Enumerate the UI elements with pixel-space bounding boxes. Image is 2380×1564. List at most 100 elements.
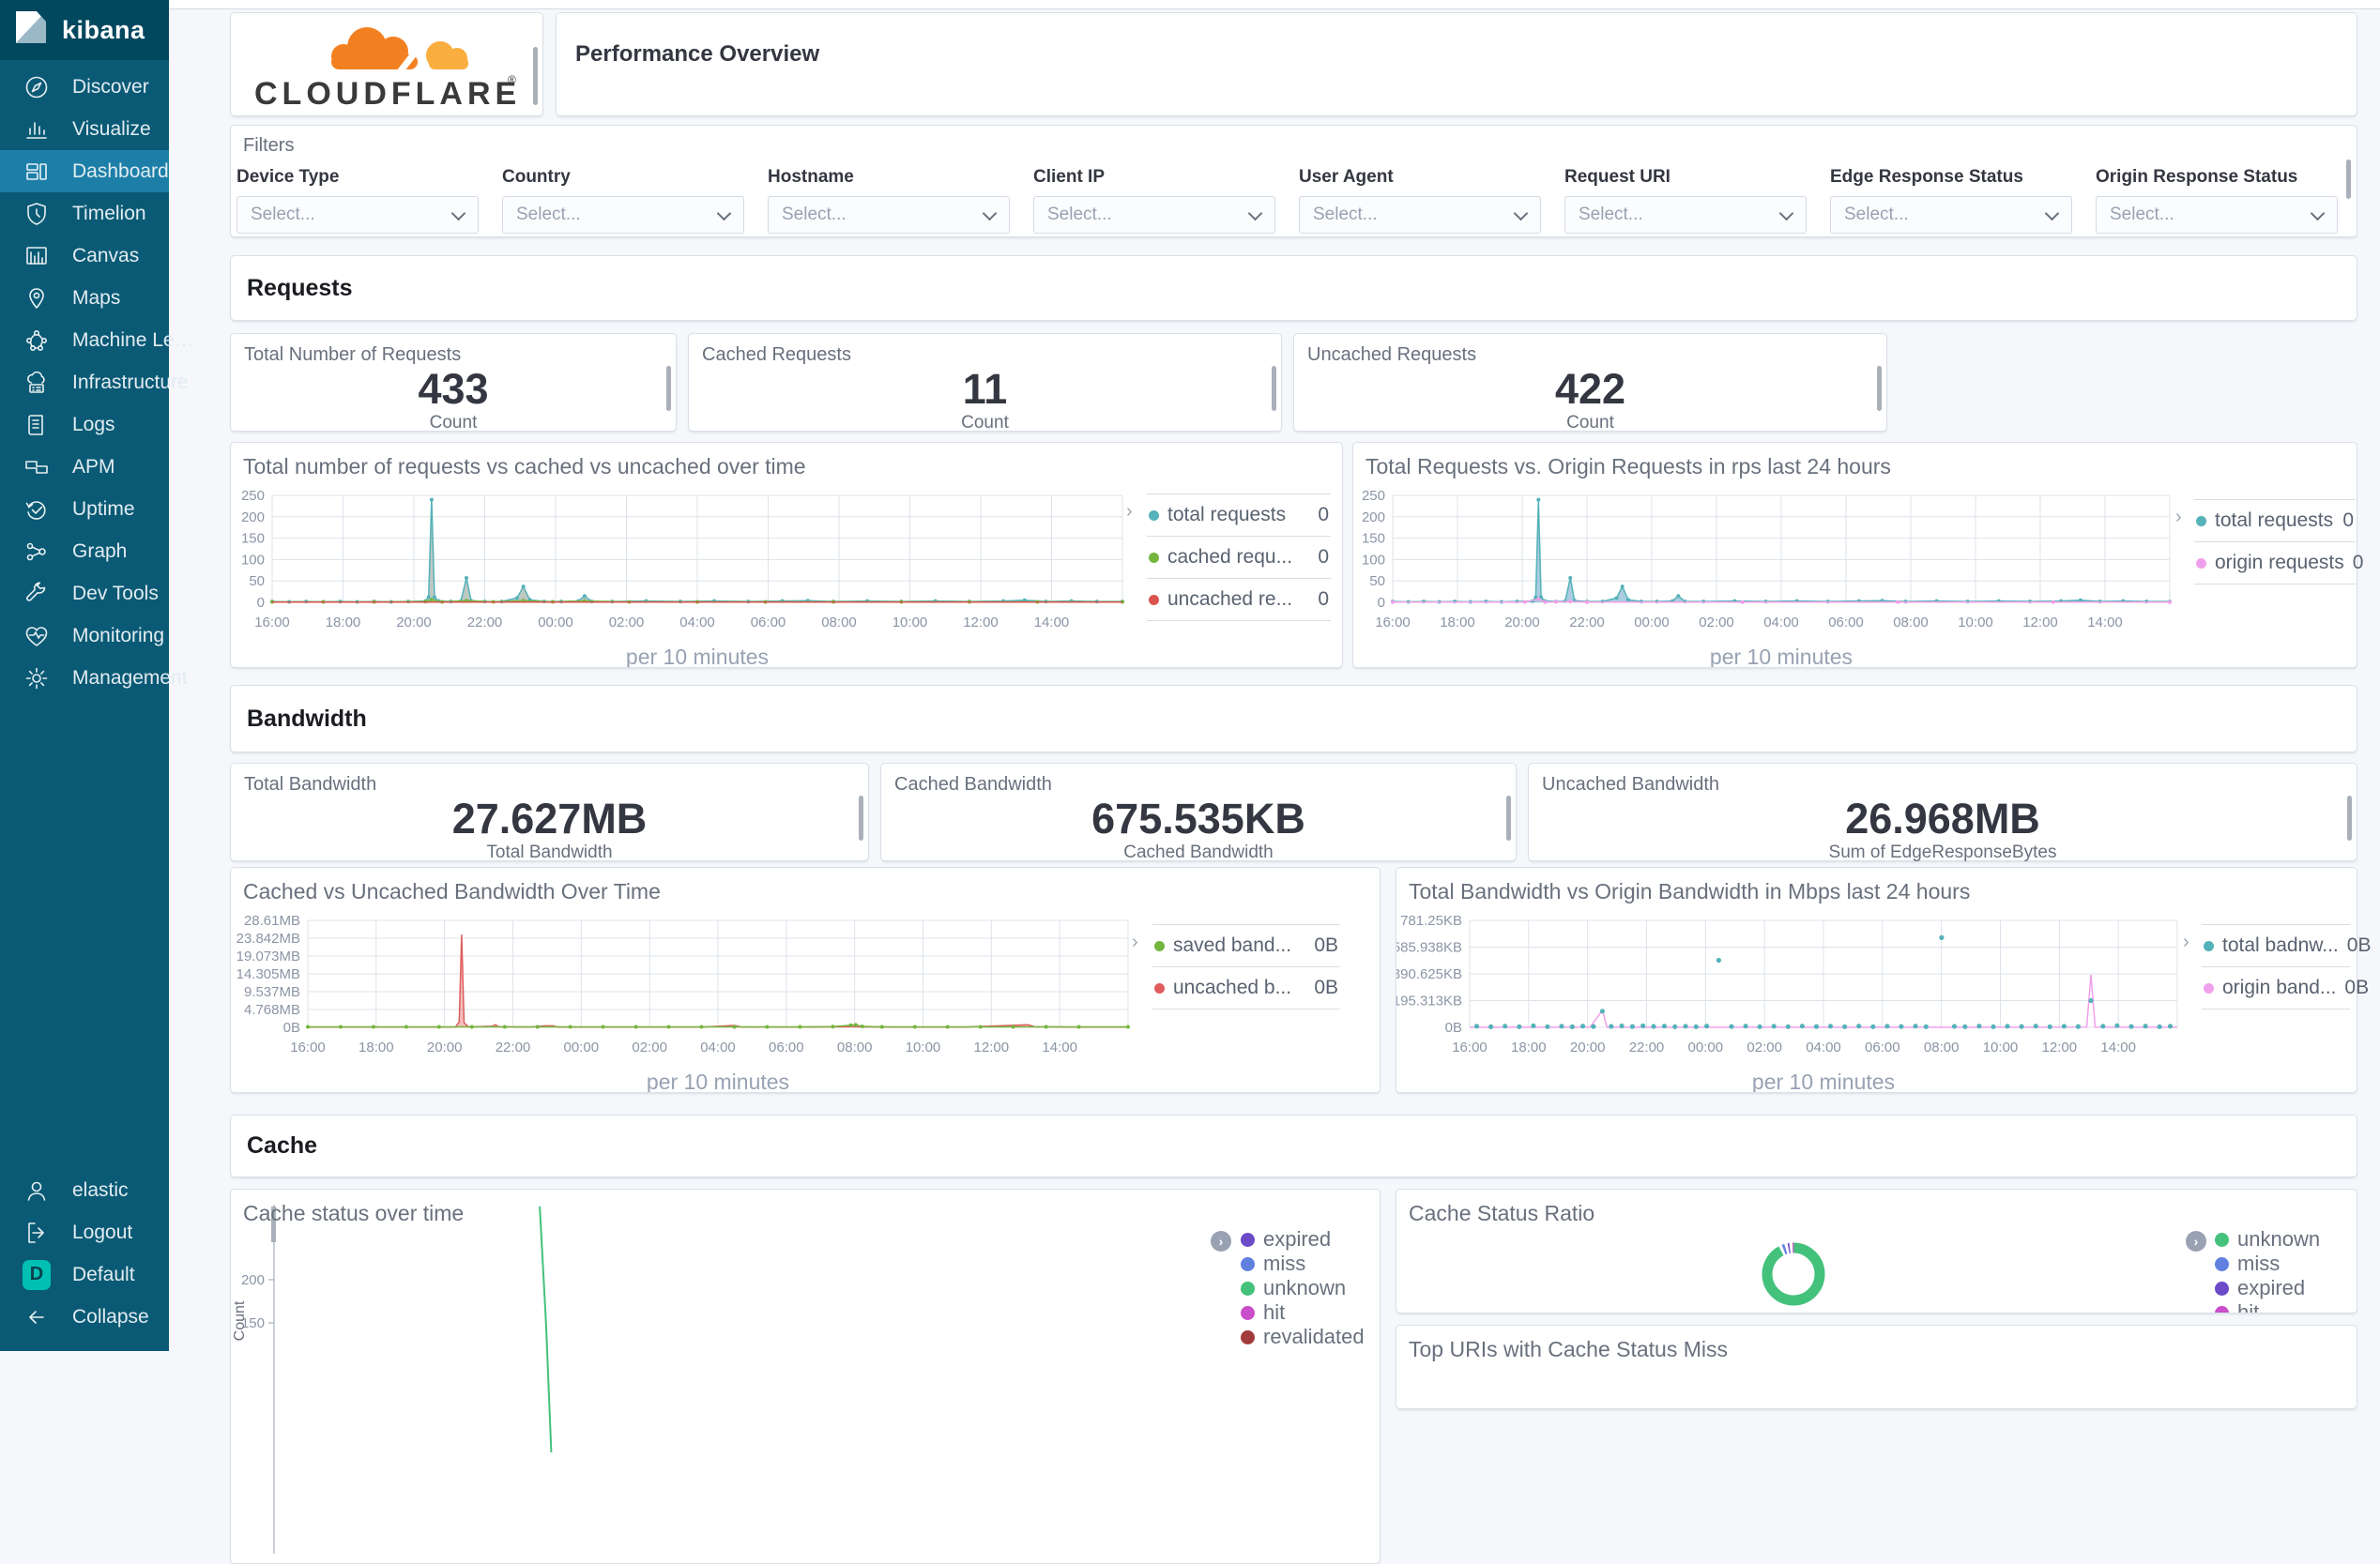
legend-item[interactable]: miss xyxy=(1241,1252,1365,1276)
svg-text:12:00: 12:00 xyxy=(974,1040,1010,1055)
svg-text:06:00: 06:00 xyxy=(751,615,786,630)
svg-text:100: 100 xyxy=(1362,552,1385,568)
sidebar-item-monitoring[interactable]: Monitoring xyxy=(0,615,169,657)
filter-select[interactable]: Select... xyxy=(236,196,479,234)
legend-label: total badnw... xyxy=(2222,934,2339,956)
svg-text:10:00: 10:00 xyxy=(906,1040,941,1055)
metric-label: Cached Bandwidth xyxy=(1123,843,1274,862)
panel-scrollbar[interactable] xyxy=(533,47,538,105)
sidebar-item-uptime[interactable]: Uptime xyxy=(0,488,169,530)
sidebar-item-graph[interactable]: Graph xyxy=(0,530,169,572)
legend-item[interactable]: uncached b... 0B xyxy=(1152,966,1340,1010)
sidebar-item-infrastructure[interactable]: Infrastructure xyxy=(0,361,189,403)
sidebar-item-logs[interactable]: Logs xyxy=(0,403,169,446)
series-dot-icon xyxy=(1149,594,1159,605)
sidebar-item-default[interactable]: D Default xyxy=(0,1253,169,1296)
filter-select[interactable]: Select... xyxy=(768,196,1010,234)
filter-select[interactable]: Select... xyxy=(1830,196,2072,234)
filter-select[interactable]: Select... xyxy=(1299,196,1541,234)
legend-expand-icon[interactable]: › xyxy=(1132,932,1138,953)
svg-text:20:00: 20:00 xyxy=(1504,615,1540,630)
legend-item[interactable]: total requests 0 xyxy=(2194,499,2356,541)
sidebar-item-discover[interactable]: Discover xyxy=(0,66,169,108)
series-dot-icon xyxy=(1241,1256,1255,1271)
panel-scrollbar[interactable] xyxy=(2347,796,2352,841)
series-dot-icon xyxy=(1241,1305,1255,1320)
svg-text:19.073MB: 19.073MB xyxy=(236,949,300,964)
legend-item[interactable]: origin requests 0 xyxy=(2194,541,2363,585)
panel-scrollbar[interactable] xyxy=(1877,366,1882,411)
legend-item[interactable]: unknown xyxy=(2215,1227,2320,1252)
sidebar-item-dev-tools[interactable]: Dev Tools xyxy=(0,572,169,615)
svg-text:per 10 minutes: per 10 minutes xyxy=(647,1070,789,1092)
sidebar-item-canvas[interactable]: Canvas xyxy=(0,235,169,277)
legend-item[interactable]: saved band... 0B xyxy=(1152,924,1340,966)
svg-text:06:00: 06:00 xyxy=(769,1040,804,1055)
svg-text:16:00: 16:00 xyxy=(1375,615,1411,630)
select-placeholder: Select... xyxy=(1313,205,1378,224)
legend-item[interactable]: miss xyxy=(2215,1252,2320,1276)
legend-item[interactable]: total requests 0 xyxy=(1147,493,1331,536)
filter-select[interactable]: Select... xyxy=(502,196,744,234)
panel-scrollbar[interactable] xyxy=(859,796,863,841)
svg-text:0: 0 xyxy=(1378,595,1385,611)
panel-scrollbar[interactable] xyxy=(2346,159,2351,199)
legend-item[interactable]: revalidated xyxy=(1241,1325,1365,1349)
series-dot-icon xyxy=(1241,1232,1255,1247)
logout-icon xyxy=(23,1219,51,1247)
legend-label: unknown xyxy=(1263,1276,1347,1299)
filter-select[interactable]: Select... xyxy=(1564,196,1807,234)
filter-select[interactable]: Select... xyxy=(2096,196,2338,234)
series-dot-icon xyxy=(2215,1256,2229,1271)
sidebar-item-machine-le-[interactable]: Machine Le… xyxy=(0,319,194,361)
infrastructure-icon xyxy=(23,369,51,397)
sidebar-item-timelion[interactable]: Timelion xyxy=(0,192,169,235)
legend-item[interactable]: expired xyxy=(1241,1227,1365,1252)
page-title: Performance Overview xyxy=(575,41,820,67)
legend-expand-icon[interactable]: › xyxy=(2175,507,2182,528)
sidebar-item-label: Discover xyxy=(72,75,149,98)
svg-text:150: 150 xyxy=(241,531,265,547)
chart-legend: total requests 0 cached requ... 0 uncached r… xyxy=(1147,493,1331,621)
series-dot-icon xyxy=(2196,557,2206,569)
legend-item[interactable]: hit xyxy=(1241,1300,1365,1325)
monitoring-icon xyxy=(23,622,51,650)
svg-text:250: 250 xyxy=(241,488,265,504)
panel-scrollbar[interactable] xyxy=(1506,796,1511,841)
legend-item[interactable]: uncached re... 0 xyxy=(1147,578,1331,621)
panel-scrollbar[interactable] xyxy=(666,366,671,411)
sidebar-item-label: APM xyxy=(72,455,115,478)
filter-edge-response-status: Edge Response Status Select... xyxy=(1830,167,2072,234)
cloudflare-logo-panel: CLOUDFLARE ® xyxy=(230,12,543,116)
legend-item[interactable]: total badnw... 0B xyxy=(2202,924,2371,966)
chevron-down-icon xyxy=(1513,205,1529,221)
sidebar-item-logout[interactable]: Logout xyxy=(0,1211,169,1253)
legend-item[interactable]: cached requ... 0 xyxy=(1147,536,1331,578)
legend-item[interactable]: unknown xyxy=(1241,1276,1365,1300)
sidebar-item-label: Maps xyxy=(72,286,121,309)
filter-select[interactable]: Select... xyxy=(1033,196,1275,234)
sidebar-item-management[interactable]: Management xyxy=(0,657,188,699)
legend-item[interactable]: origin band... 0B xyxy=(2202,966,2369,1010)
sidebar-item-elastic[interactable]: elastic xyxy=(0,1169,169,1211)
collapse-icon xyxy=(23,1303,51,1331)
select-placeholder: Select... xyxy=(251,205,315,224)
kibana-brand[interactable]: kibana xyxy=(0,0,169,60)
uptime-icon xyxy=(23,495,51,524)
sidebar-item-maps[interactable]: Maps xyxy=(0,277,169,319)
sidebar-item-apm[interactable]: APM xyxy=(0,446,169,488)
bandwidth-vs-origin-chart-panel: 781.25KB 585.938KB 390.625KB 195.313KB 0B 16:… xyxy=(1393,867,2371,1094)
legend-expand-icon[interactable]: › xyxy=(1211,1231,1231,1252)
sidebar-item-dashboard[interactable]: Dashboard xyxy=(0,150,169,192)
series-dot-icon xyxy=(1154,940,1165,951)
legend-item[interactable]: expired xyxy=(2215,1276,2320,1300)
legend-item[interactable]: hit xyxy=(2215,1300,2320,1313)
panel-scrollbar[interactable] xyxy=(1272,366,1276,411)
legend-expand-icon[interactable]: › xyxy=(1126,501,1133,523)
sidebar-item-visualize[interactable]: Visualize xyxy=(0,108,169,150)
svg-text:0B: 0B xyxy=(283,1020,300,1036)
sidebar-item-collapse[interactable]: Collapse xyxy=(0,1296,169,1338)
svg-text:02:00: 02:00 xyxy=(1747,1040,1782,1055)
legend-expand-icon[interactable]: › xyxy=(2183,932,2189,953)
legend-expand-icon[interactable]: › xyxy=(2186,1231,2206,1252)
